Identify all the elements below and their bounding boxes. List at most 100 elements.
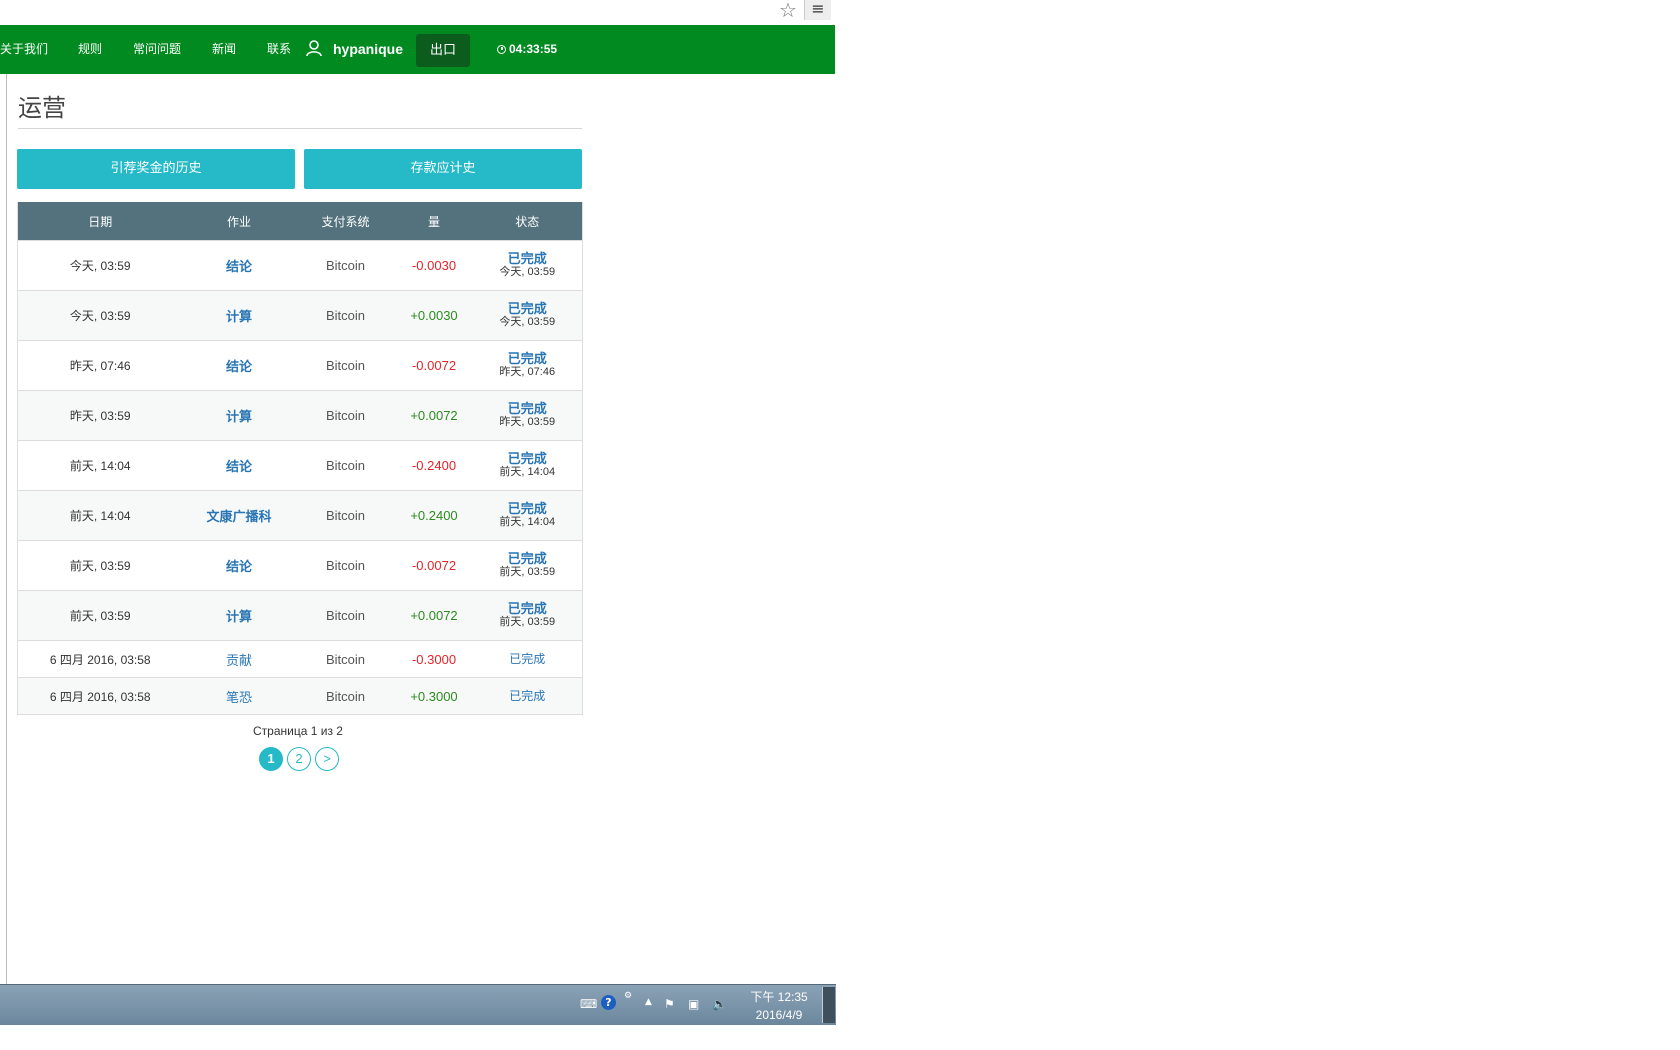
row-amount: -0.0030 bbox=[395, 240, 473, 291]
table-header-row: 日期 作业 支付系统 量 状态 bbox=[17, 202, 583, 241]
row-date: 6 四月 2016, 03:58 bbox=[17, 640, 183, 678]
status-time: 前天, 14:04 bbox=[499, 515, 556, 528]
action-center-flag-icon[interactable]: ⚑ bbox=[664, 997, 675, 1011]
table-row: 前天, 03:59 计算 Bitcoin +0.0072 已完成 前天, 03:5… bbox=[17, 590, 583, 641]
row-status: 已完成 前天, 03:59 bbox=[472, 540, 583, 591]
header-date: 日期 bbox=[17, 202, 183, 241]
username-label: hypanique bbox=[333, 41, 404, 57]
row-status: 已完成 前天, 03:59 bbox=[472, 590, 583, 641]
status-time: 前天, 03:59 bbox=[499, 565, 556, 578]
system-clock[interactable]: 下午 12:35 2016/4/9 bbox=[746, 988, 812, 1024]
nav-item-contact[interactable]: 联系 bbox=[267, 25, 291, 74]
user-icon bbox=[306, 40, 322, 57]
nav-item-news[interactable]: 新闻 bbox=[212, 25, 236, 74]
row-payment-system: Bitcoin bbox=[295, 590, 396, 641]
status-label: 已完成 bbox=[509, 689, 546, 703]
nav-item-about[interactable]: 关于我们 bbox=[0, 25, 48, 74]
row-payment-system: Bitcoin bbox=[295, 640, 396, 678]
row-operation[interactable]: 结论 bbox=[182, 240, 296, 291]
volume-icon[interactable]: 🔈 bbox=[712, 997, 727, 1011]
table-row: 6 四月 2016, 03:58 贡献 Bitcoin -0.3000 已完成 bbox=[17, 640, 583, 678]
table-row: 前天, 14:04 结论 Bitcoin -0.2400 已完成 前天, 14:0… bbox=[17, 440, 583, 491]
status-label: 已完成 bbox=[507, 601, 547, 617]
row-operation[interactable]: 结论 bbox=[182, 340, 296, 391]
row-amount: +0.0072 bbox=[395, 590, 473, 641]
nav-item-faq[interactable]: 常问问题 bbox=[133, 25, 181, 74]
table-row: 6 四月 2016, 03:58 笔恐 Bitcoin +0.3000 已完成 bbox=[17, 677, 583, 715]
clock-icon bbox=[497, 45, 506, 54]
header-operation: 作业 bbox=[182, 202, 296, 241]
page-2-button[interactable]: 2 bbox=[287, 747, 311, 771]
row-status: 已完成 今天, 03:59 bbox=[472, 240, 583, 291]
status-time: 今天, 03:59 bbox=[499, 315, 556, 328]
input-method-icon[interactable]: ⚙ bbox=[624, 991, 632, 1001]
row-status: 已完成 bbox=[472, 640, 583, 678]
status-time: 前天, 14:04 bbox=[499, 465, 556, 478]
referral-history-button[interactable]: 引荐奖金的历史 bbox=[17, 149, 295, 189]
show-hidden-icons-icon[interactable]: ▲ bbox=[645, 997, 652, 1007]
bookmark-star-icon[interactable]: ☆ bbox=[779, 0, 797, 20]
row-payment-system: Bitcoin bbox=[295, 340, 396, 391]
status-time: 前天, 03:59 bbox=[499, 615, 556, 628]
status-label: 已完成 bbox=[507, 551, 547, 567]
status-label: 已完成 bbox=[507, 451, 547, 467]
row-amount: -0.0072 bbox=[395, 540, 473, 591]
server-time-value: 04:33:55 bbox=[509, 42, 558, 56]
row-operation[interactable]: 结论 bbox=[182, 540, 296, 591]
row-date: 前天, 03:59 bbox=[17, 590, 183, 641]
header-status: 状态 bbox=[472, 202, 583, 241]
row-amount: +0.0072 bbox=[395, 390, 473, 441]
pagination-summary: Страница 1 из 2 bbox=[253, 724, 343, 738]
table-row: 昨天, 03:59 计算 Bitcoin +0.0072 已完成 昨天, 03:5… bbox=[17, 390, 583, 441]
server-time: 04:33:55 bbox=[497, 25, 557, 74]
row-operation[interactable]: 贡献 bbox=[182, 640, 296, 678]
header-payment-system: 支付系统 bbox=[295, 202, 396, 241]
status-label: 已完成 bbox=[507, 501, 547, 517]
header-amount: 量 bbox=[395, 202, 473, 241]
logout-button[interactable]: 出口 bbox=[416, 34, 470, 67]
title-divider bbox=[18, 128, 582, 129]
nav-item-rules[interactable]: 规则 bbox=[78, 25, 102, 74]
show-desktop-button[interactable] bbox=[822, 987, 835, 1023]
table-row: 昨天, 07:46 结论 Bitcoin -0.0072 已完成 昨天, 07:4… bbox=[17, 340, 583, 391]
row-operation[interactable]: 结论 bbox=[182, 440, 296, 491]
row-amount: -0.2400 bbox=[395, 440, 473, 491]
user-menu[interactable]: hypanique bbox=[305, 25, 403, 74]
windows-taskbar: ⌨ ? ⚙ ▲ ⚑ ▣ 🔈 下午 12:35 2016/4/9 bbox=[0, 984, 836, 1025]
table-row: 今天, 03:59 结论 Bitcoin -0.0030 已完成 今天, 03:5… bbox=[17, 240, 583, 291]
status-label: 已完成 bbox=[509, 652, 546, 666]
table-row: 前天, 03:59 结论 Bitcoin -0.0072 已完成 前天, 03:5… bbox=[17, 540, 583, 591]
row-operation[interactable]: 文康广播科 bbox=[182, 490, 296, 541]
page-title: 运营 bbox=[18, 94, 66, 122]
browser-toolbar: ☆ ≡ bbox=[0, 0, 835, 26]
row-date: 今天, 03:59 bbox=[17, 240, 183, 291]
row-date: 前天, 14:04 bbox=[17, 490, 183, 541]
help-icon[interactable]: ? bbox=[601, 995, 616, 1010]
row-operation[interactable]: 计算 bbox=[182, 290, 296, 341]
row-payment-system: Bitcoin bbox=[295, 490, 396, 541]
left-divider bbox=[6, 74, 7, 984]
keyboard-icon[interactable]: ⌨ bbox=[580, 997, 597, 1011]
row-operation[interactable]: 计算 bbox=[182, 390, 296, 441]
row-payment-system: Bitcoin bbox=[295, 390, 396, 441]
page-1-button[interactable]: 1 bbox=[259, 747, 283, 771]
status-label: 已完成 bbox=[507, 401, 547, 417]
next-page-button[interactable]: > bbox=[315, 747, 339, 771]
row-status: 已完成 昨天, 07:46 bbox=[472, 340, 583, 391]
browser-menu-icon[interactable]: ≡ bbox=[804, 0, 831, 20]
status-label: 已完成 bbox=[507, 251, 547, 267]
status-label: 已完成 bbox=[507, 351, 547, 367]
system-clock-date: 2016/4/9 bbox=[755, 1008, 803, 1022]
row-amount: -0.0072 bbox=[395, 340, 473, 391]
deposit-accrual-history-button[interactable]: 存款应计史 bbox=[304, 149, 582, 189]
network-icon[interactable]: ▣ bbox=[688, 997, 699, 1011]
status-time: 昨天, 03:59 bbox=[499, 415, 556, 428]
status-time: 昨天, 07:46 bbox=[499, 365, 556, 378]
row-status: 已完成 前天, 14:04 bbox=[472, 440, 583, 491]
row-operation[interactable]: 笔恐 bbox=[182, 677, 296, 715]
system-clock-time: 下午 12:35 bbox=[750, 990, 808, 1004]
status-time: 今天, 03:59 bbox=[499, 265, 556, 278]
row-payment-system: Bitcoin bbox=[295, 540, 396, 591]
row-payment-system: Bitcoin bbox=[295, 677, 396, 715]
row-operation[interactable]: 计算 bbox=[182, 590, 296, 641]
